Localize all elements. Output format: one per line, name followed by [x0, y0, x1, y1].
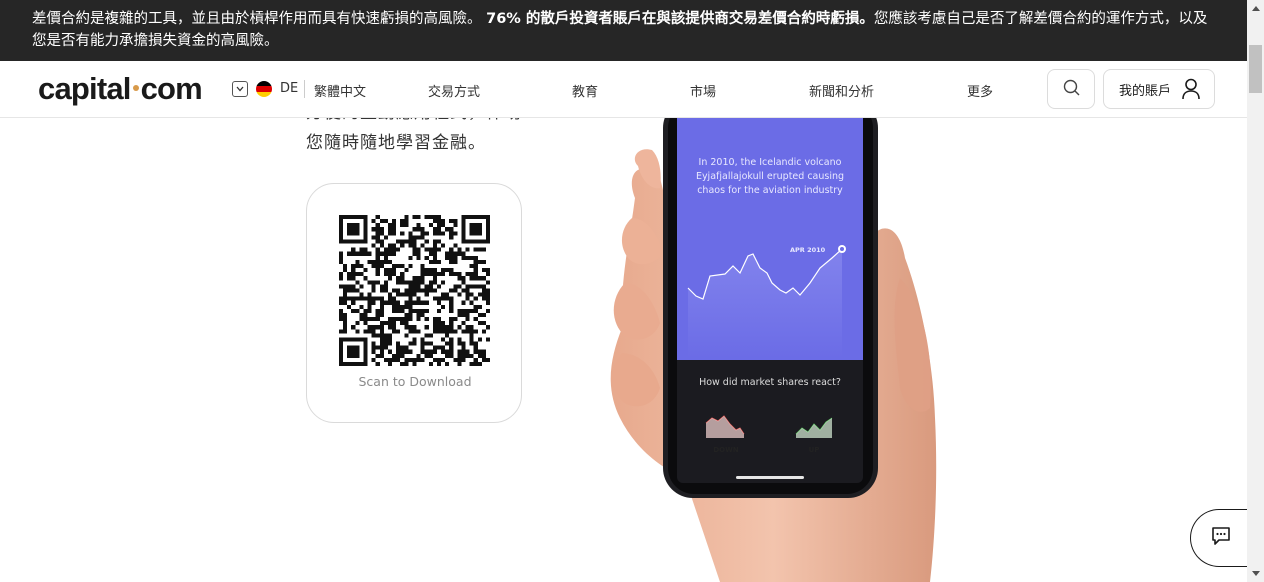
- intro-text-block: 方便的互動應用程式，伴助 您隨時隨地學習金融。: [300, 118, 550, 163]
- option-up-card: UP: [775, 409, 853, 463]
- qr-download-card: Scan to Download: [306, 183, 522, 423]
- logo-dot: [132, 84, 139, 91]
- risk-text-bold: 76% 的散戶投資者賬戶在與該提供商交易差價合約時虧損。: [486, 11, 874, 27]
- nav-news[interactable]: 新聞和分析: [809, 81, 874, 100]
- my-account-button[interactable]: 我的賬戶: [1103, 69, 1215, 109]
- qr-caption: Scan to Download: [358, 374, 472, 389]
- chat-icon: [1210, 525, 1232, 551]
- flag-de-icon[interactable]: [256, 81, 272, 97]
- option-up-label: UP: [808, 446, 820, 454]
- scroll-up-arrow[interactable]: [1247, 0, 1264, 17]
- chat-button[interactable]: [1190, 509, 1250, 567]
- nav-more[interactable]: 更多: [967, 81, 993, 100]
- phone-question: How did market shares react?: [699, 377, 841, 388]
- option-down-label: DOWN: [713, 446, 739, 454]
- page-scrollbar[interactable]: [1247, 0, 1264, 582]
- search-button[interactable]: [1047, 69, 1095, 109]
- nav-education[interactable]: 教育: [572, 81, 598, 100]
- scroll-down-arrow[interactable]: [1247, 565, 1264, 582]
- site-header: capital com DE 繁體中文 交易方式 教育 市場 新聞和分析 更多 我…: [0, 61, 1247, 118]
- search-icon: [1063, 79, 1080, 100]
- nav-trading[interactable]: 交易方式: [428, 81, 480, 100]
- language-divider: [304, 80, 305, 98]
- phone-screen-caption: In 2010, the Icelandic volcano Eyjafjall…: [695, 157, 845, 196]
- nav-markets[interactable]: 市場: [690, 81, 716, 100]
- scrollbar-thumb[interactable]: [1249, 45, 1262, 93]
- phone-date-label: APR 2010: [790, 246, 826, 254]
- language-selector[interactable]: 繁體中文: [314, 81, 366, 100]
- option-down-card: DOWN: [687, 409, 765, 463]
- risk-warning-banner: 差價合約是複雜的工具，並且由於槓桿作用而具有快速虧損的高風險。 76% 的散戶投…: [0, 0, 1247, 61]
- intro-line-2: 您隨時隨地學習金融。: [306, 133, 486, 153]
- qr-code[interactable]: [339, 215, 490, 366]
- account-label: 我的賬戶: [1119, 83, 1172, 99]
- chevron-down-icon[interactable]: [232, 81, 248, 97]
- user-icon: [1181, 78, 1201, 100]
- capital-logo[interactable]: capital com: [38, 71, 203, 107]
- logo-text-right: com: [140, 71, 203, 106]
- intro-line-1: 方便的互動應用程式，伴助: [306, 118, 536, 128]
- risk-text: 差價合約是複雜的工具，並且由於槓桿作用而具有快速虧損的高風險。: [32, 11, 482, 27]
- logo-text-left: capital: [38, 71, 131, 106]
- language-code[interactable]: DE: [280, 81, 298, 96]
